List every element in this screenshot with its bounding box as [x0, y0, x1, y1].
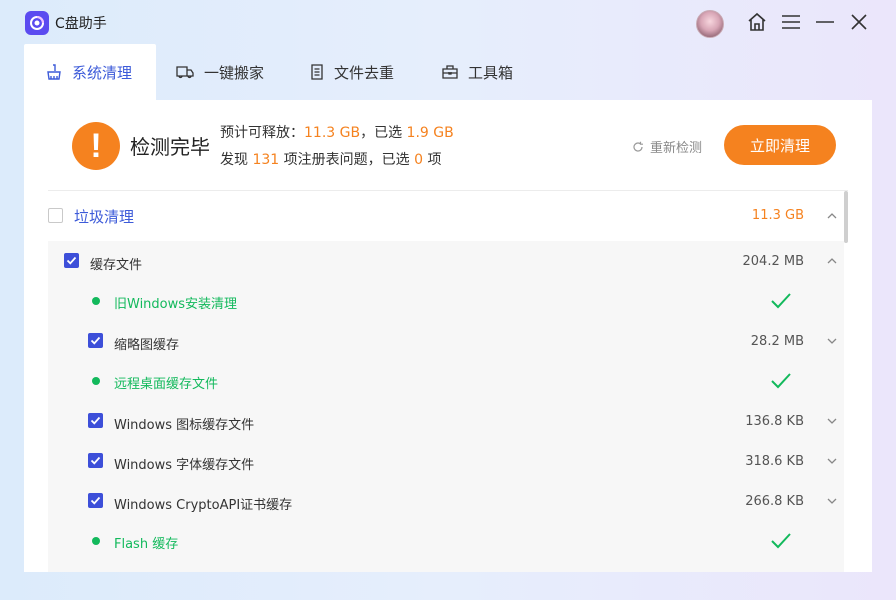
chevron-up-icon[interactable] — [826, 210, 838, 222]
chevron-down-icon[interactable] — [826, 415, 838, 427]
registry-selected: 0 — [414, 152, 424, 168]
title-bar: C盘助手 — [0, 0, 896, 44]
warning-icon: ! — [72, 122, 120, 170]
category-row-junk[interactable]: 垃圾清理 11.3 GB — [48, 191, 844, 241]
list-item[interactable]: 远程桌面缓存文件 — [48, 361, 844, 401]
item-label: Flash 缓存 — [114, 537, 179, 552]
item-size: 266.8 KB — [745, 494, 804, 509]
rescan-button[interactable]: 重新检测 — [632, 137, 702, 156]
registry-label: 项注册表问题，已选 — [283, 152, 410, 168]
item-label: 缩略图缓存 — [114, 338, 180, 353]
release-selected: 1.9 GB — [406, 125, 454, 141]
status-dot — [92, 377, 100, 385]
list-item[interactable]: 旧Windows安装清理 — [48, 281, 844, 321]
status-dot — [92, 537, 100, 545]
clean-now-button[interactable]: 立即清理 — [724, 125, 836, 165]
document-icon — [311, 64, 323, 80]
list-item[interactable]: Windows 图标缓存文件 136.8 KB — [48, 401, 844, 441]
status-dot — [92, 297, 100, 305]
item-checkbox[interactable] — [88, 453, 103, 468]
toolbox-icon — [442, 65, 458, 79]
category-checkbox[interactable] — [48, 208, 63, 223]
list-item[interactable]: Flash 缓存 — [48, 521, 844, 561]
tab-toolbox[interactable]: 工具箱 — [442, 44, 513, 100]
tab-file-dedup[interactable]: 文件去重 — [310, 44, 394, 100]
item-size: 318.6 KB — [745, 454, 804, 469]
category-size: 11.3 GB — [751, 208, 804, 223]
group-size: 204.2 MB — [742, 254, 804, 269]
group-checkbox[interactable] — [64, 253, 79, 268]
chevron-down-icon[interactable] — [826, 455, 838, 467]
registry-summary: 发现 131 项注册表问题，已选 0 项 — [220, 149, 441, 169]
tab-system-clean[interactable]: 系统清理 — [24, 44, 156, 100]
rescan-label: 重新检测 — [650, 141, 703, 156]
minimize-icon[interactable] — [813, 10, 837, 34]
found-label: 发现 — [220, 152, 248, 168]
release-total: 11.3 GB — [304, 125, 361, 141]
item-size: 136.8 KB — [745, 414, 804, 429]
group-row-cache[interactable]: 缓存文件 204.2 MB — [48, 241, 844, 281]
refresh-icon — [633, 141, 643, 152]
item-checkbox[interactable] — [88, 333, 103, 348]
release-summary: 预计可释放：11.3 GB，已选 1.9 GB — [220, 122, 454, 142]
item-label: Windows 字体缓存文件 — [114, 458, 255, 473]
item-label: Windows CryptoAPI证书缓存 — [114, 498, 293, 513]
tab-label: 一键搬家 — [204, 63, 265, 82]
app-logo-icon — [25, 11, 49, 35]
registry-count: 131 — [252, 152, 280, 168]
item-label: 旧Windows安装清理 — [114, 297, 238, 312]
tab-bar: 系统清理 一键搬家 文件去重 工具箱 — [24, 44, 872, 100]
chevron-down-icon[interactable] — [826, 335, 838, 347]
chevron-up-icon[interactable] — [826, 255, 838, 267]
broom-icon — [47, 64, 61, 80]
list-item[interactable]: 缩略图缓存 28.2 MB — [48, 321, 844, 361]
tab-label: 文件去重 — [334, 63, 395, 82]
checkmark-icon — [771, 373, 791, 389]
list-item — [48, 561, 844, 572]
main-panel: ! 检测完毕 预计可释放：11.3 GB，已选 1.9 GB 发现 131 项注… — [24, 100, 872, 572]
app-title: C盘助手 — [55, 16, 107, 32]
tab-label: 系统清理 — [72, 63, 133, 82]
list-item[interactable]: Windows 字体缓存文件 318.6 KB — [48, 441, 844, 481]
item-checkbox[interactable] — [88, 493, 103, 508]
list-item[interactable]: Windows CryptoAPI证书缓存 266.8 KB — [48, 481, 844, 521]
cleanup-list: 垃圾清理 11.3 GB 缓存文件 204.2 MB 旧Windows安装清理 … — [48, 191, 844, 572]
checkmark-icon — [771, 533, 791, 549]
close-icon[interactable] — [847, 10, 871, 34]
scrollbar[interactable] — [844, 191, 848, 243]
item-unit: 项 — [427, 152, 442, 168]
menu-icon[interactable] — [779, 10, 803, 34]
item-checkbox[interactable] — [88, 413, 103, 428]
item-size: 28.2 MB — [750, 334, 804, 349]
group-label: 缓存文件 — [90, 258, 143, 273]
tab-label: 工具箱 — [468, 63, 514, 82]
item-label: 远程桌面缓存文件 — [114, 377, 219, 392]
home-icon[interactable] — [745, 10, 769, 34]
release-label: 预计可释放： — [220, 125, 304, 141]
category-label: 垃圾清理 — [74, 208, 135, 226]
item-label: Windows 图标缓存文件 — [114, 418, 255, 433]
selected-label: ，已选 — [360, 125, 403, 141]
chevron-down-icon[interactable] — [826, 495, 838, 507]
checkmark-icon — [771, 293, 791, 309]
scan-status-title: 检测完毕 — [130, 135, 210, 159]
tab-one-click-move[interactable]: 一键搬家 — [176, 44, 264, 100]
avatar[interactable] — [696, 10, 724, 38]
truck-icon — [176, 66, 194, 79]
